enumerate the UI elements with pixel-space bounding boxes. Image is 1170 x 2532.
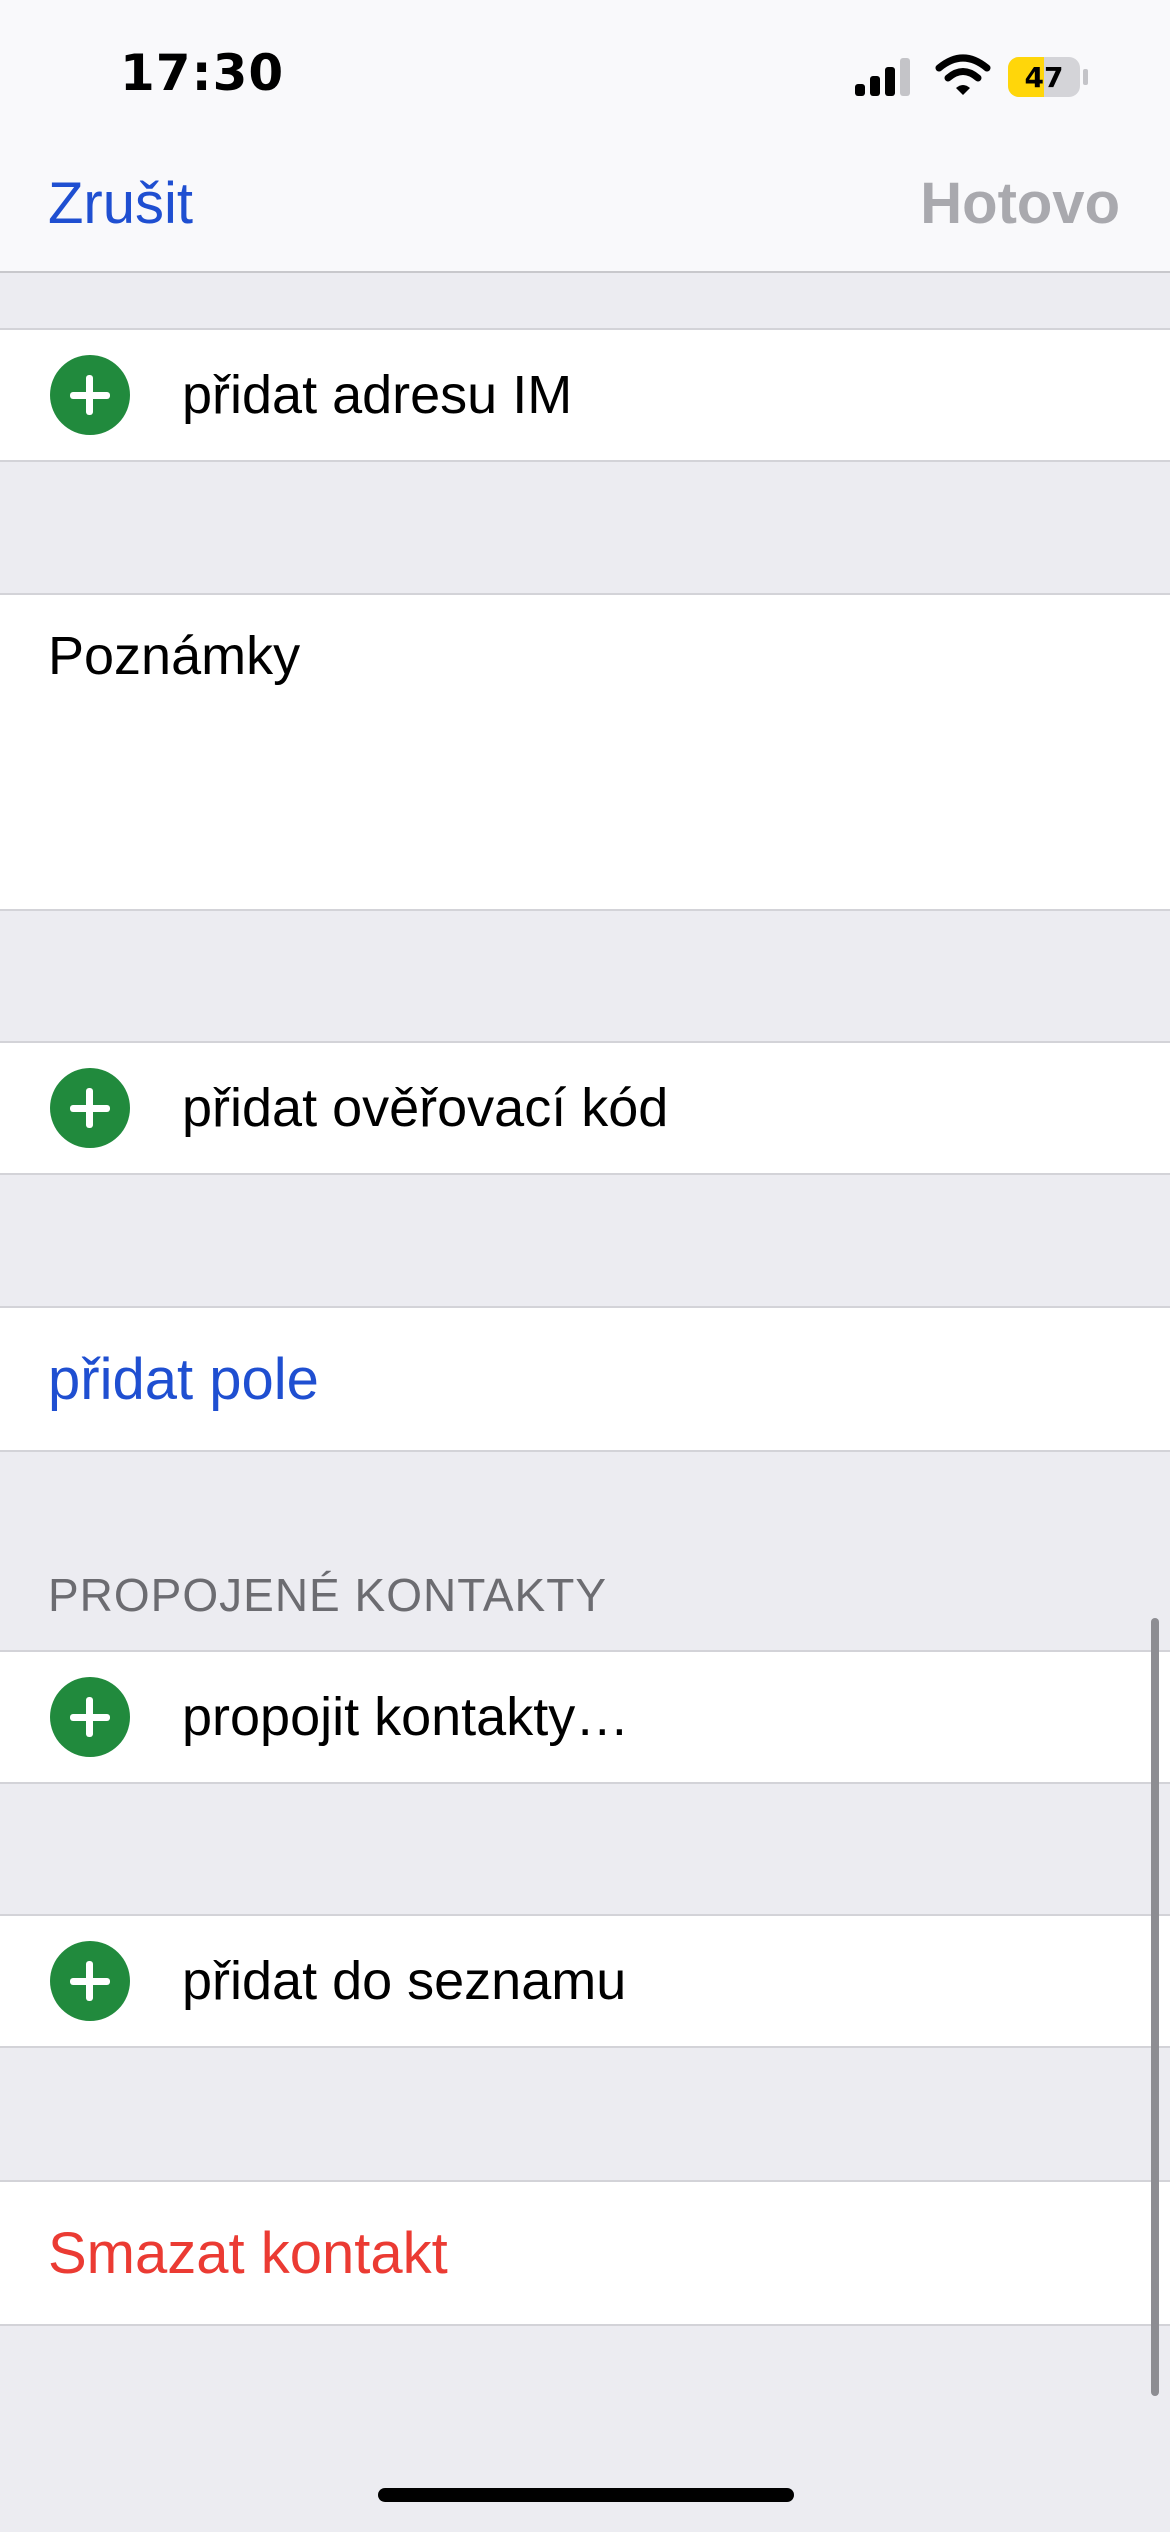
home-indicator[interactable] [378, 2488, 794, 2502]
add-im-address-label: přidat adresu IM [182, 365, 573, 425]
add-circle-icon[interactable] [50, 355, 130, 435]
delete-contact-button[interactable]: Smazat kontakt [48, 2220, 448, 2287]
status-bar: 17:30 47 [0, 0, 1170, 140]
add-circle-icon[interactable] [50, 1941, 130, 2021]
link-contacts-label: propojit kontakty… [182, 1687, 630, 1747]
cancel-button[interactable]: Zrušit [48, 170, 193, 237]
notes-label: Poznámky [48, 626, 301, 686]
battery-icon: 47 [1008, 57, 1088, 97]
scroll-indicator[interactable] [1151, 1618, 1159, 2396]
add-circle-icon[interactable] [50, 1068, 130, 1148]
status-time: 17:30 [120, 44, 285, 102]
add-verification-code-label: přidat ověřovací kód [182, 1078, 669, 1138]
add-field-button[interactable]: přidat pole [48, 1346, 319, 1413]
add-circle-icon[interactable] [50, 1677, 130, 1757]
done-button[interactable]: Hotovo [920, 170, 1120, 237]
cellular-signal-icon [855, 58, 910, 96]
notes-field[interactable]: Poznámky [0, 593, 1170, 911]
add-im-address-row[interactable]: přidat adresu IM [0, 328, 1170, 462]
add-to-list-label: přidat do seznamu [182, 1951, 627, 2011]
add-verification-code-row[interactable]: přidat ověřovací kód [0, 1041, 1170, 1175]
navigation-bar: Zrušit Hotovo [0, 140, 1170, 273]
add-to-list-row[interactable]: přidat do seznamu [0, 1914, 1170, 2048]
link-contacts-row[interactable]: propojit kontakty… [0, 1650, 1170, 1784]
linked-contacts-header: PROPOJENÉ KONTAKTY [48, 1569, 608, 1621]
wifi-icon [935, 54, 991, 95]
delete-contact-row[interactable]: Smazat kontakt [0, 2180, 1170, 2326]
add-field-row[interactable]: přidat pole [0, 1306, 1170, 1452]
battery-level: 47 [1025, 61, 1064, 94]
